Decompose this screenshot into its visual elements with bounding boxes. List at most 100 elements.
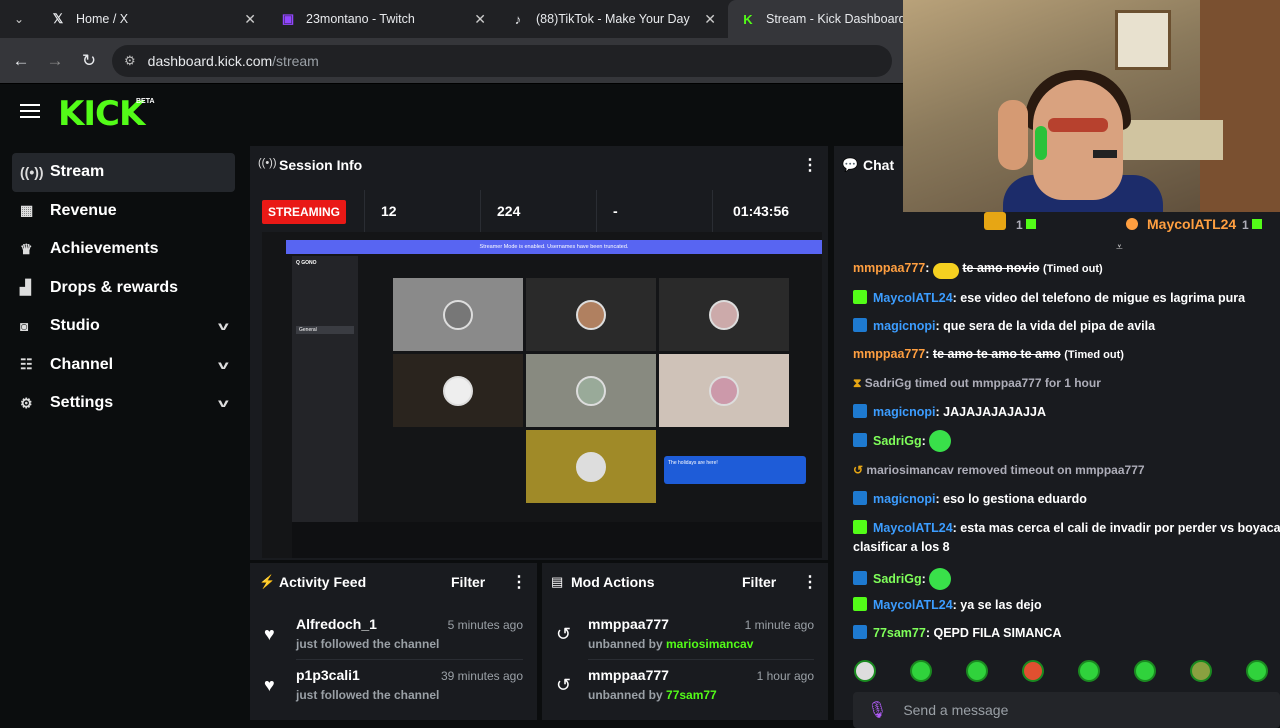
close-icon[interactable]: ✕ bbox=[474, 11, 486, 28]
preview-server-name: Q GONO bbox=[296, 260, 317, 266]
close-icon[interactable]: ✕ bbox=[244, 11, 256, 28]
viewer-count: 12 bbox=[364, 190, 480, 232]
sidebar: KICK BETA ((•)) Stream ▦ Revenue ♛ Achie… bbox=[0, 84, 248, 720]
tab-tiktok[interactable]: ♪ (88)TikTok - Make Your Day ✕ bbox=[498, 0, 728, 38]
mod-target[interactable]: mmppaa777 bbox=[588, 616, 669, 632]
site-info-icon[interactable]: ⚙ bbox=[124, 53, 136, 69]
gift-icon bbox=[1252, 219, 1262, 229]
sidebar-item-drops[interactable]: ▟ Drops & rewards bbox=[12, 269, 235, 308]
list-item: ↺ mmppaa777 unbanned by 77sam77 1 hour a… bbox=[542, 667, 828, 715]
leaderboard-user[interactable]: MaycolATL24 bbox=[1147, 216, 1236, 232]
emote-icon[interactable] bbox=[1078, 660, 1100, 682]
emote-icon[interactable] bbox=[1022, 660, 1044, 682]
system-text: timed out bbox=[914, 376, 969, 390]
emote-bar bbox=[854, 660, 1280, 682]
follower-name[interactable]: Alfredoch_1 bbox=[296, 616, 377, 632]
chat-message: MaycolATL24: ya se las dejo bbox=[853, 597, 1280, 612]
chat-message: SadriGg: bbox=[853, 430, 1280, 452]
emote-icon[interactable] bbox=[910, 660, 932, 682]
back-icon[interactable]: ← bbox=[4, 51, 38, 71]
tab-search-icon[interactable]: ⌄ bbox=[0, 0, 38, 38]
microphone-icon[interactable]: 🎙 bbox=[867, 700, 887, 720]
leaderboard-count: 1 bbox=[1016, 218, 1023, 232]
emote-icon[interactable] bbox=[1134, 660, 1156, 682]
system-user[interactable]: SadriGg bbox=[865, 376, 912, 390]
emote-icon[interactable] bbox=[854, 660, 876, 682]
sidebar-item-revenue[interactable]: ▦ Revenue bbox=[12, 192, 235, 231]
chat-username[interactable]: SadriGg bbox=[873, 434, 922, 448]
undo-icon: ↺ bbox=[853, 463, 864, 477]
chat-username[interactable]: MaycolATL24 bbox=[873, 598, 953, 612]
chat-username[interactable]: 77sam77 bbox=[873, 626, 926, 640]
system-text: removed timeout on bbox=[957, 463, 1072, 477]
emote-icon[interactable] bbox=[1190, 660, 1212, 682]
menu-icon[interactable] bbox=[20, 104, 40, 120]
list-item: ♥ p1p3cali1 just followed the channel 39… bbox=[250, 667, 537, 715]
activity-feed-title: Activity Feed bbox=[279, 574, 367, 590]
sidebar-nav: ((•)) Stream ▦ Revenue ♛ Achievements ▟ … bbox=[12, 153, 235, 423]
chat-username[interactable]: MaycolATL24 bbox=[873, 291, 953, 305]
webcam-background bbox=[1115, 10, 1171, 70]
more-icon[interactable]: ⋮ bbox=[802, 155, 818, 175]
chat-text: JAJAJAJAJAJJA bbox=[943, 405, 1046, 419]
beta-badge: BETA bbox=[136, 98, 155, 105]
more-icon[interactable]: ⋮ bbox=[802, 572, 818, 592]
sidebar-item-settings[interactable]: ⚙ Settings v bbox=[12, 384, 235, 423]
document-icon: ▤ bbox=[551, 574, 564, 589]
chat-username[interactable]: magicnopi bbox=[873, 405, 936, 419]
chat-text: te amo novio bbox=[962, 261, 1040, 275]
follower-name[interactable]: p1p3cali1 bbox=[296, 667, 360, 683]
moderator-name[interactable]: 77sam77 bbox=[666, 688, 717, 702]
chat-username[interactable]: mmppaa777 bbox=[853, 347, 925, 361]
chat-input[interactable]: 🎙 Send a message bbox=[853, 692, 1280, 728]
studio-icon: ◙ bbox=[20, 318, 29, 335]
sidebar-item-channel[interactable]: ☷ Channel v bbox=[12, 346, 235, 385]
tiktok-icon: ♪ bbox=[514, 11, 522, 27]
video-tile bbox=[393, 354, 523, 427]
emote-icon[interactable] bbox=[966, 660, 988, 682]
heart-icon: ♥ bbox=[264, 675, 275, 695]
close-icon[interactable]: ✕ bbox=[704, 11, 716, 28]
gift-icon bbox=[1026, 219, 1036, 229]
system-target[interactable]: mmppaa777 bbox=[1075, 463, 1144, 477]
emote-icon[interactable] bbox=[1246, 660, 1268, 682]
chevron-down-icon[interactable]: ⩡ bbox=[1116, 240, 1123, 255]
url-input[interactable]: ⚙ dashboard.kick.com/stream bbox=[112, 44, 892, 77]
emote-icon bbox=[932, 263, 959, 279]
emote-icon bbox=[929, 430, 952, 452]
reload-icon[interactable]: ↻ bbox=[72, 51, 106, 71]
chat-message: magicnopi: JAJAJAJAJAJJA bbox=[853, 404, 1280, 419]
sidebar-item-stream[interactable]: ((•)) Stream bbox=[12, 153, 235, 192]
system-user[interactable]: mariosimancav bbox=[866, 463, 953, 477]
moderator-name[interactable]: mariosimancav bbox=[666, 637, 753, 651]
mod-actions-title: Mod Actions bbox=[571, 574, 655, 590]
sidebar-item-studio[interactable]: ◙ Studio v bbox=[12, 307, 235, 346]
chat-username[interactable]: mmppaa777 bbox=[853, 261, 925, 275]
webcam-background bbox=[1200, 0, 1280, 212]
moderator-badge-icon bbox=[853, 433, 867, 447]
mod-action-text: unbanned by mariosimancav bbox=[588, 637, 753, 651]
filter-button[interactable]: Filter bbox=[742, 574, 776, 590]
tab-x[interactable]: 𝕏 Home / X ✕ bbox=[38, 0, 268, 38]
chat-username[interactable]: magicnopi bbox=[873, 319, 936, 333]
timeout-tag: (Timed out) bbox=[1064, 349, 1124, 361]
chat-username[interactable]: magicnopi bbox=[873, 492, 936, 506]
forward-icon[interactable]: → bbox=[38, 51, 72, 71]
stream-preview[interactable]: Streamer Mode is enabled. Usernames have… bbox=[262, 232, 822, 558]
kick-logo[interactable]: KICK bbox=[58, 94, 145, 134]
system-target[interactable]: mmppaa777 bbox=[972, 376, 1041, 390]
sidebar-item-achievements[interactable]: ♛ Achievements bbox=[12, 230, 235, 269]
more-icon[interactable]: ⋮ bbox=[511, 572, 527, 592]
filter-button[interactable]: Filter bbox=[451, 574, 485, 590]
tab-twitch[interactable]: ▣ 23montano - Twitch ✕ bbox=[268, 0, 498, 38]
preview-sidebar: Q GONO General bbox=[292, 256, 358, 524]
url-path: /stream bbox=[272, 52, 319, 69]
chat-username[interactable]: SadriGg bbox=[873, 572, 922, 586]
video-tile bbox=[659, 354, 789, 427]
preview-strip bbox=[292, 522, 822, 558]
drops-icon: ▟ bbox=[20, 279, 31, 296]
sidebar-item-label: Stream bbox=[50, 163, 105, 181]
sidebar-item-label: Channel bbox=[50, 355, 114, 373]
mod-target[interactable]: mmppaa777 bbox=[588, 667, 669, 683]
chat-username[interactable]: MaycolATL24 bbox=[873, 521, 953, 535]
